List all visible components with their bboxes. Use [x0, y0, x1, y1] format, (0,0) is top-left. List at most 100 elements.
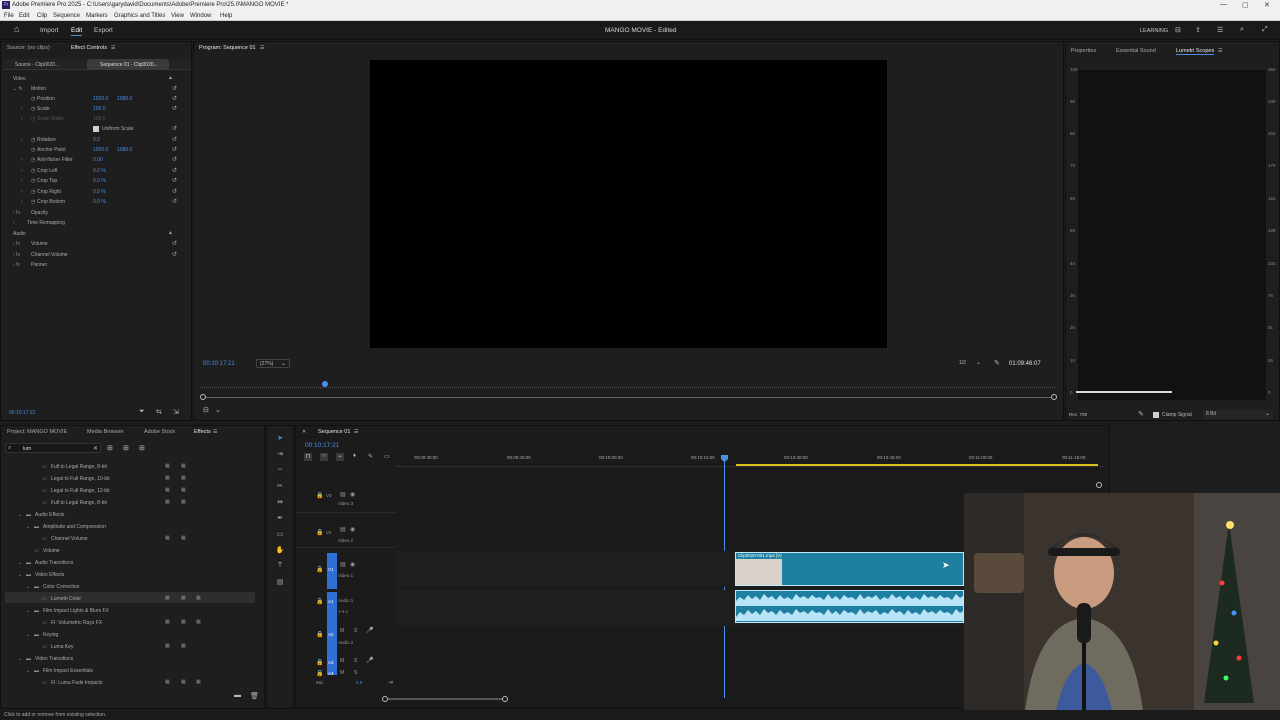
effects-item[interactable]: ▭ ▦ ▦ ▦ FI: Volumetric Rays FX	[8, 617, 258, 629]
effects-item[interactable]: ▭ ▦ ▦ ▦ FI: Luma Fade Impacts	[8, 677, 258, 689]
mic-icon[interactable]: 🎤	[366, 627, 373, 634]
chevron-down-icon[interactable]: ⌄	[26, 524, 30, 530]
wrench-icon[interactable]: ✎	[368, 453, 373, 460]
learning-label[interactable]: LEARNING	[1140, 28, 1168, 34]
ec-row-channel-volume[interactable]: › fx Channel Volume ↺	[5, 250, 177, 260]
ec-row-crop-right[interactable]: › ◷ Crop Right 0.0 % ↺	[5, 187, 177, 197]
lock-icon[interactable]: 🔒	[316, 670, 323, 677]
scroll-handle-right[interactable]	[1051, 394, 1057, 400]
chevron-down-icon[interactable]: ⌄	[18, 512, 22, 518]
tab-lumetri-scopes[interactable]: Lumetri Scopes	[1176, 48, 1215, 55]
ec-row-uniform-scale[interactable]: Uniform Scale ↺	[5, 124, 177, 134]
tab-project[interactable]: Project: MANGO MOVIE	[7, 429, 67, 435]
mix-end-icon[interactable]: ⇥	[388, 679, 393, 686]
chevron-down-icon[interactable]: ⌄	[26, 584, 30, 590]
chevron-down-icon[interactable]: ⌄	[26, 608, 30, 614]
effects-folder[interactable]: ⌄ ▬ Video Effects	[8, 569, 258, 581]
hand-tool-icon[interactable]: ✋	[275, 546, 285, 556]
effects-folder[interactable]: ⌄ ▬ Keying	[8, 629, 258, 641]
zoom-scrollbar[interactable]	[202, 397, 1055, 398]
panel-menu-icon[interactable]: ☰	[213, 429, 217, 435]
lock-icon[interactable]: 🔒	[316, 631, 323, 638]
chevron-down-icon[interactable]: ⌄	[215, 406, 221, 414]
ec-row-panner[interactable]: › fx Panner	[5, 260, 177, 270]
workspaces-icon[interactable]: ⊟	[1175, 26, 1181, 34]
delete-icon[interactable]: 🗑	[250, 692, 259, 700]
menu-clip[interactable]: Clip	[37, 13, 47, 19]
effects-folder[interactable]: ⌄ ▬ Film Impact Lights & Blurs FX	[8, 605, 258, 617]
filter-icon[interactable]: ⏷	[139, 408, 145, 416]
home-icon[interactable]: ⌂	[14, 24, 19, 34]
effects-folder[interactable]: ⌄ ▬ Video Transitions	[8, 653, 258, 665]
panel-menu-icon[interactable]: ☰	[111, 45, 115, 51]
mute-icon[interactable]: M	[340, 670, 344, 676]
share-icon[interactable]: ⇪	[1195, 26, 1201, 34]
panel-menu-icon[interactable]: ☰	[260, 45, 264, 51]
scroll-handle-left[interactable]	[200, 394, 206, 400]
lock-icon[interactable]: 🔒	[316, 492, 323, 499]
tab-effects[interactable]: Effects	[194, 429, 211, 435]
effects-item[interactable]: ▭ ▦ ▦ Channel Volume	[8, 533, 258, 545]
chevron-down-icon[interactable]: ⌄	[18, 656, 22, 662]
tab-import[interactable]: Import	[40, 27, 58, 34]
effects-folder[interactable]: ⌄ ▬ Amplitude and Compression	[8, 521, 258, 533]
chevron-down-icon[interactable]: ⌄	[18, 572, 22, 578]
eye-icon[interactable]: ◉	[350, 561, 355, 568]
panel-menu-icon[interactable]: ☰	[354, 429, 358, 435]
menu-edit[interactable]: Edit	[19, 13, 29, 19]
yuv-effects-icon[interactable]: ⊞	[139, 444, 145, 452]
effects-folder[interactable]: ⌄ ▬ Audio Effects	[8, 509, 258, 521]
sync-icon[interactable]: ▤	[340, 561, 346, 568]
color-space-label[interactable]: Rec. 709	[1069, 412, 1087, 417]
ec-row-motion[interactable]: ⌄ fx Motion ↺	[5, 84, 177, 94]
video-frame[interactable]	[370, 60, 887, 348]
tab-adobe-stock[interactable]: Adobe Stock	[144, 429, 175, 435]
mute-icon[interactable]: M	[340, 658, 344, 664]
caption-tool-icon[interactable]: ▤	[275, 578, 285, 588]
effects-item[interactable]: ▭ ▦ ▦ Full to Legal Range, 8-bit	[8, 461, 258, 473]
wrench-icon[interactable]: ✎	[1138, 410, 1144, 418]
lock-icon[interactable]: 🔒	[316, 529, 323, 536]
scroll-handle-left[interactable]	[382, 696, 388, 702]
razor-tool-icon[interactable]: ✂	[275, 482, 285, 492]
tab-program[interactable]: Program: Sequence 01	[199, 45, 256, 51]
new-bin-icon[interactable]: ▬	[234, 692, 241, 699]
captions-icon[interactable]: ▭	[384, 453, 390, 460]
menu-view[interactable]: View	[171, 13, 184, 19]
mix-value[interactable]: 0.0	[356, 680, 362, 685]
settings-icon[interactable]: ✎	[994, 359, 1000, 367]
slip-tool-icon[interactable]: ⇹	[275, 498, 285, 508]
menu-window[interactable]: Window	[190, 13, 211, 19]
chevron-down-icon[interactable]: ⌄	[26, 632, 30, 638]
keyframe-nav-icon[interactable]: ◂ ♦ ▸	[338, 609, 348, 615]
zoom-select[interactable]: (27%) ⌄	[256, 359, 290, 368]
ec-row-time-remap[interactable]: › Time Remapping	[5, 218, 177, 228]
effects-folder[interactable]: ⌄ ▬ Audio Transitions	[8, 557, 258, 569]
export-icon[interactable]: ⇲	[173, 408, 179, 416]
track-select-tool-icon[interactable]: ⇥	[275, 450, 285, 460]
pen-tool-icon[interactable]: ✒	[275, 514, 285, 524]
menu-sequence[interactable]: Sequence	[53, 13, 80, 19]
play-audio-icon[interactable]: ⇆	[156, 408, 162, 416]
scroll-handle-right[interactable]	[502, 696, 508, 702]
ec-row-volume[interactable]: › fx Volume ↺	[5, 239, 177, 249]
ec-row-antiflicker[interactable]: › ◷ Anti-flicker Filter 0.00 ↺	[5, 155, 177, 165]
selection-tool-icon[interactable]: ➤	[275, 434, 285, 444]
maximize-icon[interactable]: ▢	[1242, 1, 1249, 9]
eye-icon[interactable]: ◉	[350, 526, 355, 533]
eye-icon[interactable]: ◉	[350, 491, 355, 498]
menu-markers[interactable]: Markers	[86, 13, 108, 19]
ec-row-crop-top[interactable]: › ◷ Crop Top 0.0 % ↺	[5, 176, 177, 186]
effects-item[interactable]: ▭ ▦ ▦ ▦ Lumetri Color	[8, 593, 258, 605]
effects-item[interactable]: ▭ ▦ ▦ Legal to Full Range, 12-bit	[8, 485, 258, 497]
tab-edit[interactable]: Edit	[71, 27, 83, 36]
tab-properties[interactable]: Properties	[1071, 48, 1096, 54]
menu-help[interactable]: Help	[220, 13, 232, 19]
effects-item[interactable]: ▭ ▦ ▦ Full to Legal Range, 8-bit	[8, 497, 258, 509]
lock-icon[interactable]: 🔒	[316, 659, 323, 666]
program-time-ruler[interactable]	[200, 380, 1055, 388]
type-tool-icon[interactable]: T	[275, 562, 285, 572]
ec-row-anchor[interactable]: ◷ Anchor Point 1920.0 1080.0 ↺	[5, 145, 177, 155]
search-icon[interactable]: ⌕	[1240, 26, 1244, 34]
nest-icon[interactable]: ⊓	[304, 453, 312, 461]
